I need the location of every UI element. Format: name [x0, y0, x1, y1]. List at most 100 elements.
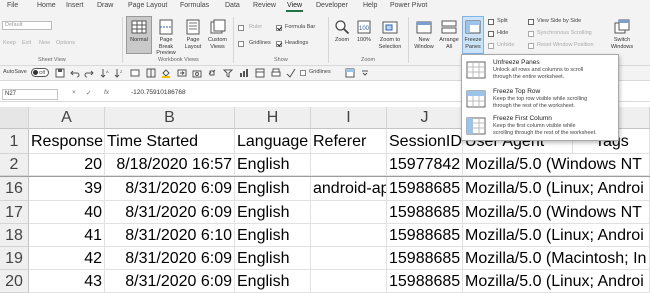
- column-header[interactable]: I: [311, 107, 387, 129]
- redo-icon[interactable]: [84, 68, 94, 78]
- insert-function-icon[interactable]: fx: [104, 89, 109, 96]
- link-icon[interactable]: [207, 68, 217, 78]
- spelling-icon[interactable]: [286, 68, 296, 78]
- table-cell[interactable]: [311, 247, 387, 270]
- autosave-toggle[interactable]: Off: [31, 68, 49, 77]
- table-cell[interactable]: Language: [235, 129, 311, 154]
- row-header[interactable]: 1: [0, 129, 29, 154]
- customize-toolbar-icon[interactable]: [360, 68, 370, 78]
- table-cell[interactable]: English: [235, 224, 311, 247]
- unhide-button[interactable]: Unhide: [497, 42, 514, 48]
- row-header[interactable]: 18: [0, 224, 29, 247]
- reset-window-position-button[interactable]: Reset Window Position: [537, 42, 594, 48]
- exit-button[interactable]: Exit: [22, 40, 31, 46]
- tab-formulas[interactable]: Formulas: [180, 2, 209, 9]
- tab-view[interactable]: View: [285, 2, 304, 12]
- hide-button[interactable]: Hide: [497, 30, 508, 36]
- table-cell[interactable]: 15988685: [387, 201, 463, 224]
- tab-power-pivot[interactable]: Power Pivot: [390, 2, 427, 9]
- column-header[interactable]: H: [235, 107, 311, 129]
- formula-input[interactable]: -120.75910186768: [131, 89, 186, 96]
- save-icon[interactable]: [55, 68, 65, 78]
- tab-data[interactable]: Data: [225, 2, 240, 9]
- table-cell[interactable]: 20: [29, 154, 105, 176]
- page-layout-view-button[interactable]: Page Layout: [181, 17, 205, 55]
- sheet-view-options-button[interactable]: Options: [56, 40, 75, 46]
- zoom-button[interactable]: Zoom: [331, 17, 353, 55]
- sort-descending-icon[interactable]: Z: [114, 68, 124, 78]
- column-header[interactable]: B: [105, 107, 235, 129]
- camera-icon[interactable]: [192, 68, 202, 78]
- table-cell[interactable]: English: [235, 177, 311, 201]
- keep-button[interactable]: Keep: [3, 40, 16, 46]
- fill-color-icon[interactable]: [161, 68, 171, 78]
- tab-review[interactable]: Review: [253, 2, 276, 9]
- unfreeze-panes-menu-item[interactable]: Unfreeze Panes Unlock all rows and colum…: [462, 56, 618, 85]
- merge-cells-icon[interactable]: [177, 68, 187, 78]
- cell-borders-icon[interactable]: [146, 68, 156, 78]
- new-sheet-view-button[interactable]: New: [39, 40, 50, 46]
- table-cell[interactable]: 8/31/2020 6:09: [105, 247, 235, 270]
- qat-gridlines-checkbox[interactable]: [300, 70, 306, 76]
- table-cell[interactable]: English: [235, 154, 311, 176]
- column-header[interactable]: A: [29, 107, 105, 129]
- sheet-view-combo[interactable]: Default: [2, 21, 52, 30]
- table-cell[interactable]: 8/31/2020 6:09: [105, 201, 235, 224]
- enter-icon[interactable]: ✓: [86, 89, 91, 97]
- cancel-icon[interactable]: ×: [72, 89, 76, 96]
- table-cell[interactable]: English: [235, 247, 311, 270]
- row-header[interactable]: 17: [0, 201, 29, 224]
- freeze-first-column-menu-item[interactable]: Freeze First Column Keep the first colum…: [462, 112, 618, 141]
- tab-draw[interactable]: Draw: [97, 2, 113, 9]
- column-header[interactable]: J: [387, 107, 463, 129]
- freeze-icon[interactable]: [345, 68, 355, 78]
- synchronous-scrolling-button[interactable]: Synchronous Scrolling: [537, 30, 592, 36]
- table-cell[interactable]: 41: [29, 224, 105, 247]
- tab-file[interactable]: File: [7, 2, 18, 9]
- table-cell[interactable]: 15988685: [387, 224, 463, 247]
- table-cell[interactable]: Referer: [311, 129, 387, 154]
- table-cell[interactable]: android-ap: [311, 177, 387, 201]
- table-cell[interactable]: English: [235, 201, 311, 224]
- custom-views-button[interactable]: Custom Views: [205, 17, 230, 55]
- name-box[interactable]: N27: [2, 89, 58, 100]
- arrange-all-button[interactable]: Arrange All: [437, 17, 461, 55]
- table-cell[interactable]: 40: [29, 201, 105, 224]
- table-cell[interactable]: 15977842: [387, 154, 463, 176]
- chart-icon[interactable]: [239, 68, 249, 78]
- table-cell[interactable]: 8/31/2020 6:09: [105, 270, 235, 293]
- table-cell[interactable]: 39: [29, 177, 105, 201]
- tab-help[interactable]: Help: [363, 2, 377, 9]
- table-cell[interactable]: [311, 224, 387, 247]
- view-side-by-side-button[interactable]: View Side by Side: [537, 18, 581, 24]
- row-header[interactable]: 16: [0, 177, 29, 201]
- freeze-top-row-menu-item[interactable]: Freeze Top Row Keep the top row visible …: [462, 85, 618, 114]
- table-cell[interactable]: Mozilla/5.0 (Linux; Androi: [463, 270, 650, 293]
- table-cell[interactable]: Mozilla/5.0 (Linux; Androi: [463, 224, 650, 247]
- table-cell[interactable]: Time Started: [105, 129, 235, 154]
- table-cell[interactable]: [311, 154, 387, 176]
- table-cell[interactable]: 15988685: [387, 177, 463, 201]
- table-cell[interactable]: Mozilla/5.0 (Windows NT: [463, 154, 650, 176]
- table-icon[interactable]: [255, 68, 265, 78]
- table-cell[interactable]: 43: [29, 270, 105, 293]
- normal-view-button[interactable]: Normal: [126, 17, 152, 55]
- tab-home[interactable]: Home: [37, 2, 56, 9]
- undo-icon[interactable]: [70, 68, 80, 78]
- table-cell[interactable]: 8/18/2020 16:57: [105, 154, 235, 176]
- tab-developer[interactable]: Developer: [316, 2, 348, 9]
- zoom-to-selection-button[interactable]: Zoom to Selection: [375, 17, 405, 55]
- print-icon[interactable]: [271, 68, 281, 78]
- tab-insert[interactable]: Insert: [66, 2, 84, 9]
- table-cell[interactable]: Mozilla/5.0 (Windows NT: [463, 201, 650, 224]
- select-all-corner[interactable]: [0, 107, 29, 129]
- table-cell[interactable]: Mozilla/5.0 (Linux; Androi: [463, 177, 650, 201]
- row-header[interactable]: 20: [0, 270, 29, 293]
- table-cell[interactable]: English: [235, 270, 311, 293]
- split-button[interactable]: Split: [497, 18, 508, 24]
- table-cell[interactable]: 42: [29, 247, 105, 270]
- table-cell[interactable]: 15988685: [387, 247, 463, 270]
- table-cell[interactable]: Mozilla/5.0 (Macintosh; In: [463, 247, 650, 270]
- ruler-checkbox[interactable]: [238, 25, 244, 31]
- page-break-preview-button[interactable]: Page Break Preview: [152, 17, 180, 56]
